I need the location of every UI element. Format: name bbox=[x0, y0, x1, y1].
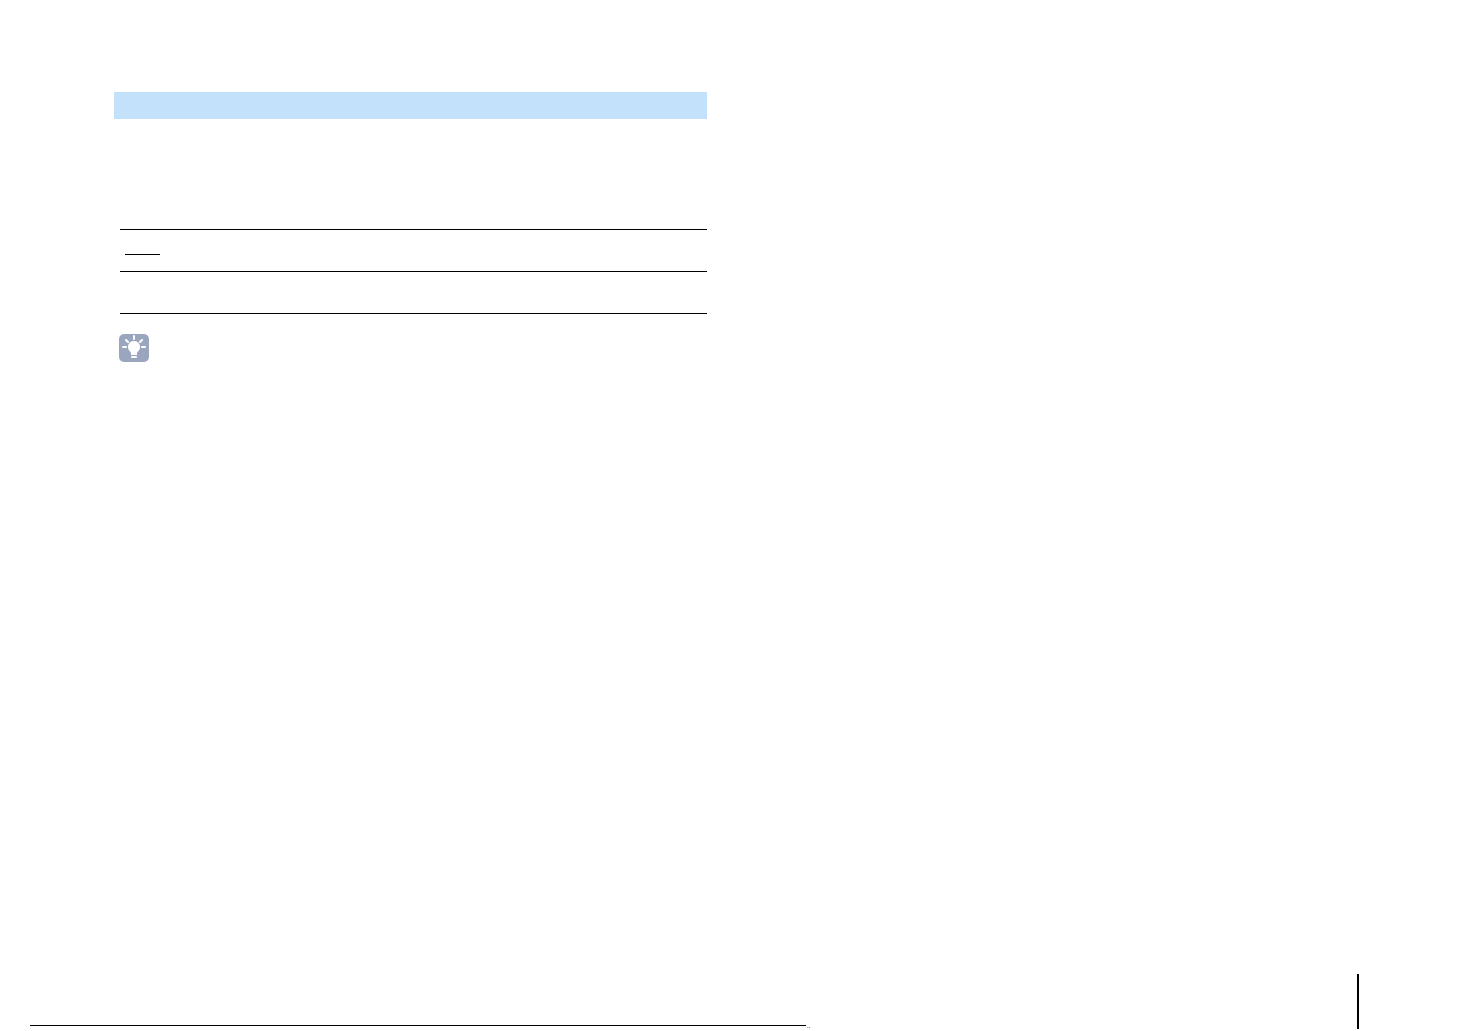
footer-rule bbox=[30, 1025, 806, 1026]
table-row bbox=[120, 229, 707, 271]
section-header-bar bbox=[114, 92, 707, 119]
page-edge-marker bbox=[1357, 974, 1359, 1029]
lightbulb-icon bbox=[119, 334, 149, 362]
table-row bbox=[120, 271, 707, 314]
footer-mark: .. bbox=[807, 1024, 811, 1030]
settings-table bbox=[120, 229, 707, 314]
default-value-underline bbox=[125, 254, 160, 255]
